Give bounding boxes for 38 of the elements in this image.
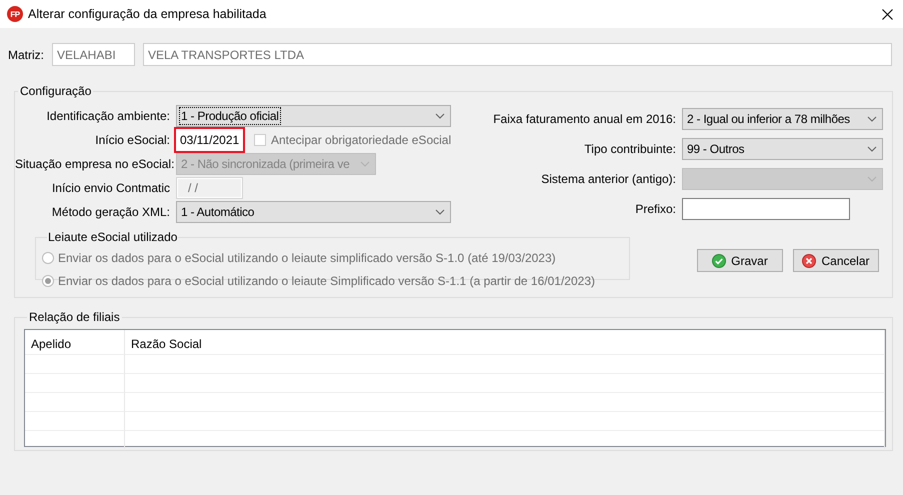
radio-label: Enviar os dados para o eSocial utilizando o leiaute Simplificado versão S-1.1 (a partir de 16/01/2023)	[58, 274, 595, 288]
field-label: Sistema anterior (antigo):	[540, 172, 676, 186]
field-label: Tipo contribuinte:	[583, 142, 676, 156]
group-title: Leiaute eSocial utilizado	[47, 230, 178, 244]
chevron-icon	[360, 161, 370, 167]
column-header[interactable]: Apelido	[25, 330, 125, 354]
radio-label: Enviar os dados para o eSocial utilizando o leiaute simplificado versão S-1.0 (até 19/03/2023)	[58, 250, 556, 264]
chevron-icon	[867, 176, 877, 182]
cancel-button[interactable]: Cancelar	[793, 249, 879, 272]
field-label: Método geração XML:	[50, 205, 170, 219]
chevron-icon	[867, 116, 877, 122]
window-title: Alterar configuração da empresa habilitada	[28, 7, 268, 21]
dropdown[interactable]: 2 - Igual ou inferior a 78 milhões	[682, 108, 883, 130]
input-field[interactable]	[682, 198, 850, 220]
date-field[interactable]: 03/11/2021	[176, 129, 243, 151]
chevron-icon	[867, 146, 877, 152]
save-button[interactable]: Gravar	[697, 249, 783, 272]
chevron-icon	[435, 209, 445, 215]
field-label: Matriz:	[8, 48, 45, 62]
name-field[interactable]: VELA TRANSPORTES LTDA	[143, 43, 892, 66]
app-logo: FP	[7, 6, 23, 22]
group-title: Relação de filiais	[28, 310, 121, 324]
dropdown[interactable]: 1 - Automático	[176, 201, 451, 223]
field-label: Identificação ambiente:	[46, 109, 170, 123]
field-label: Prefixo:	[634, 202, 676, 216]
field-label: Faixa faturamento anual em 2016:	[492, 112, 676, 126]
dropdown[interactable]: 1 - Produção oficial	[176, 105, 451, 127]
checkbox-label: Antecipar obrigatoriedade eSocial	[271, 133, 452, 147]
dropdown[interactable]: 99 - Outros	[682, 138, 883, 160]
field-label: Início eSocial:	[94, 133, 170, 147]
chevron-icon	[435, 113, 445, 119]
close-icon[interactable]	[882, 8, 893, 20]
cancel-icon	[802, 254, 816, 268]
check-icon	[712, 254, 726, 268]
code-field[interactable]: VELAHABI	[52, 43, 135, 66]
column-header[interactable]: Razão Social	[125, 330, 885, 354]
field-label: Início envio Contmatic	[50, 181, 170, 195]
group-title: Configuração	[19, 84, 92, 98]
